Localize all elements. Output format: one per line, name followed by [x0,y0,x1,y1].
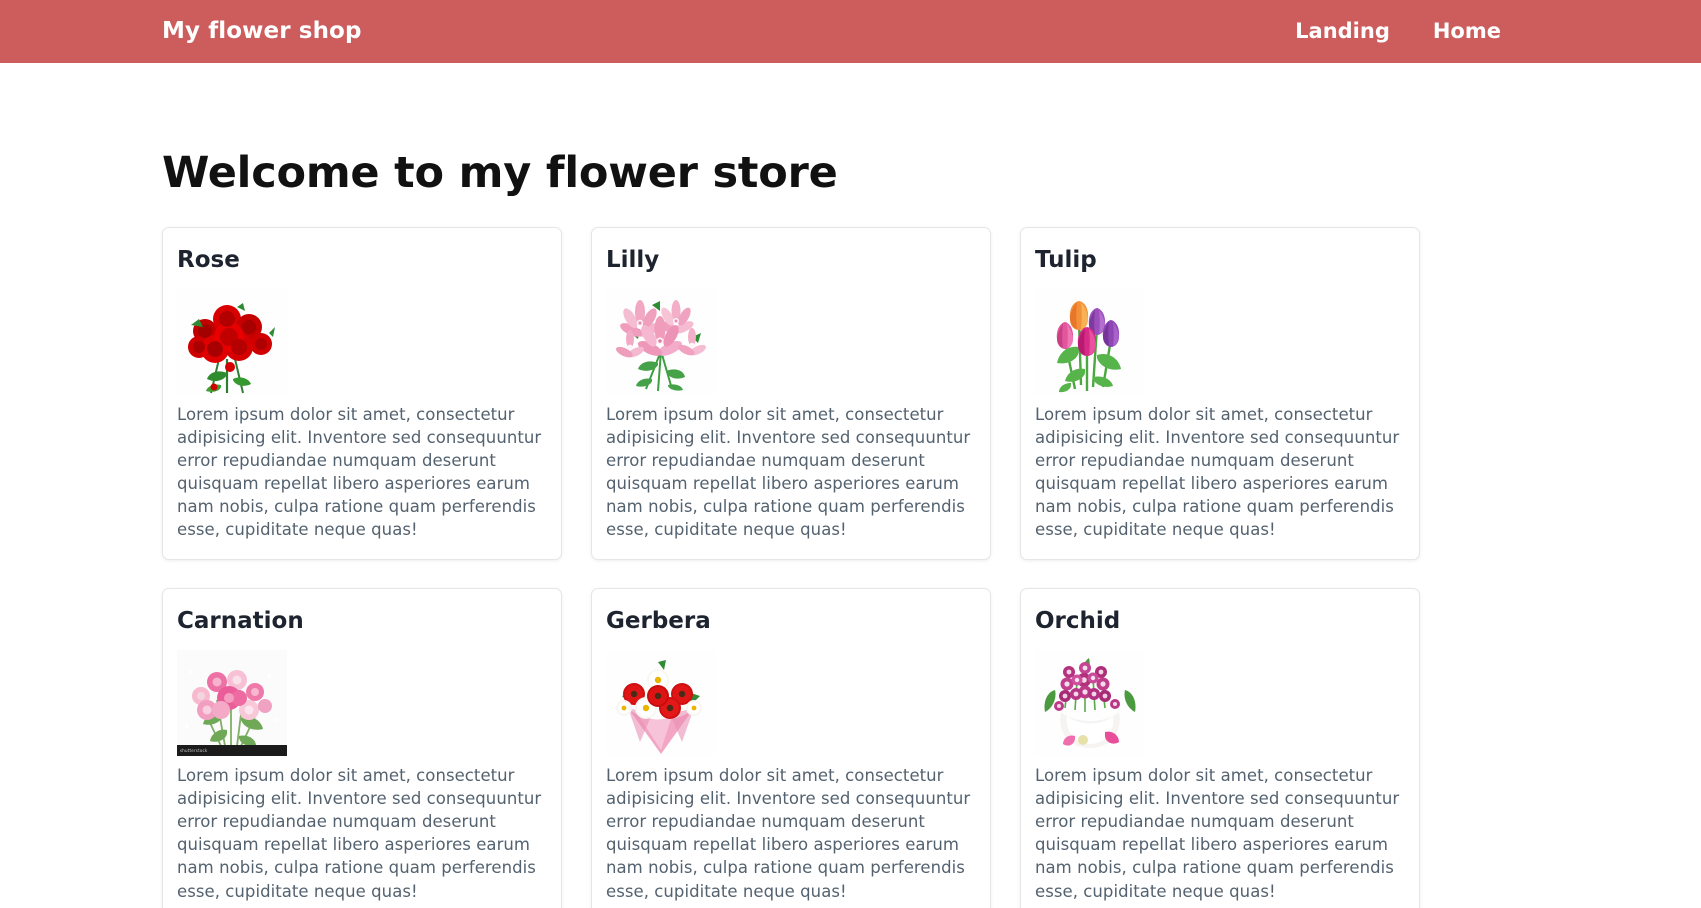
card-title: Tulip [1035,247,1097,274]
flower-card-rose[interactable]: Rose Lorem ipsum dolor sit amet, consect… [162,227,562,561]
nav-link-landing[interactable]: Landing [1295,21,1390,42]
nav-links: Landing Home [1295,21,1641,42]
card-description: Lorem ipsum dolor sit amet, consectetur … [606,766,971,901]
flower-card-carnation[interactable]: Carnation shutterstock Lorem ipsum dolor… [162,588,562,908]
card-title: Lilly [606,247,660,274]
nav-link-home[interactable]: Home [1433,21,1501,42]
card-description: Lorem ipsum dolor sit amet, consectetur … [177,766,542,901]
flower-card-gerbera[interactable]: Gerbera Lorem ipsum dolor sit amet, cons… [591,588,991,908]
card-title: Carnation [177,608,304,635]
rose-bouquet-image [177,288,287,395]
page-content: Welcome to my flower store Rose Lorem ip… [0,148,1701,908]
page-title: Welcome to my flower store [162,148,838,198]
card-title: Gerbera [606,608,711,635]
flower-card-grid: Rose Lorem ipsum dolor sit amet, consect… [162,227,1539,908]
image-watermark-bar: shutterstock [177,745,287,757]
flower-card-orchid[interactable]: Orchid Lorem ipsum dolor sit amet, conse… [1020,588,1420,908]
navbar: My flower shop Landing Home [0,0,1701,63]
orchid-bouquet-image [1035,650,1145,757]
card-description: Lorem ipsum dolor sit amet, consectetur … [1035,766,1400,901]
gerbera-bouquet-image [606,650,716,757]
tulip-bouquet-image [1035,288,1145,395]
carnation-bouquet-image: shutterstock [177,650,287,757]
brand-title[interactable]: My flower shop [162,20,362,43]
card-title: Orchid [1035,608,1121,635]
flower-card-lilly[interactable]: Lilly Lorem ipsum dolor sit amet, consec… [591,227,991,561]
card-description: Lorem ipsum dolor sit amet, consectetur … [177,404,542,540]
card-description: Lorem ipsum dolor sit amet, consectetur … [606,404,971,540]
lilly-bouquet-image [606,288,716,395]
card-title: Rose [177,247,240,274]
flower-card-tulip[interactable]: Tulip Lorem ipsum dolor sit amet, consec… [1020,227,1420,561]
card-description: Lorem ipsum dolor sit amet, consectetur … [1035,404,1400,540]
image-watermark-text: shutterstock [180,748,208,754]
